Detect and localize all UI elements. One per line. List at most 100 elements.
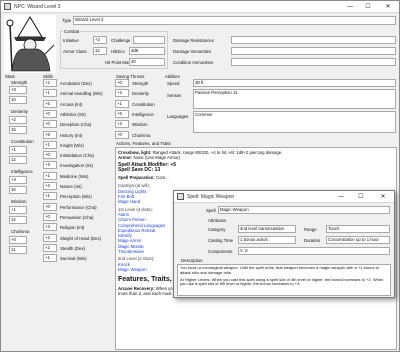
armor-entry: Armor: None (Use Mage Armor): [118, 155, 288, 160]
dialog-close-button[interactable]: ✕: [374, 192, 392, 202]
stat-dexterity-mod[interactable]: +2: [9, 116, 27, 124]
skill-mod[interactable]: +3: [43, 161, 57, 170]
close-button[interactable]: ✕: [379, 2, 397, 12]
stat-wisdom-value[interactable]: 12: [9, 216, 27, 224]
skill-name: Insight (Wis): [60, 142, 84, 148]
armor-text: None (Use Mage Armor): [133, 155, 181, 161]
skill-name: Medicine (Wis): [60, 173, 89, 179]
armor-title: Armor:: [118, 155, 133, 161]
title-bar: NPC: Wizard Level 3 — ☐ ✕: [1, 1, 399, 13]
description-label: Description: [181, 258, 203, 263]
app-icon: [4, 3, 11, 10]
duration-input[interactable]: Concentration up to 1 hour: [326, 236, 390, 244]
skill-name: Persuasion (Cha): [60, 214, 94, 220]
skill-mod[interactable]: +1: [43, 254, 57, 263]
spell-label: Spell: [206, 208, 216, 213]
skill-name: Survival (Wis): [60, 256, 87, 262]
save-mod[interactable]: +3: [115, 120, 129, 129]
description-paragraph-1: You touch a nonmagical weapon. Until the…: [180, 265, 379, 275]
skill-name: Stealth (Dex): [60, 245, 86, 251]
stat-charisma-mod[interactable]: +0: [9, 236, 27, 244]
skill-mod[interactable]: +5: [43, 130, 57, 139]
casting-time-label: Casting Time: [208, 238, 234, 243]
challenge-input[interactable]: [133, 36, 165, 44]
save-mod[interactable]: +2: [115, 89, 129, 98]
skill-mod[interactable]: +2: [43, 243, 57, 252]
save-mod[interactable]: +0: [115, 130, 129, 139]
initiative-input[interactable]: +2: [93, 36, 107, 44]
save-mod[interactable]: +0: [115, 79, 129, 87]
skill-name: Deception (Cha): [60, 122, 92, 128]
skill-mod[interactable]: +1: [43, 171, 57, 180]
stat-charisma-value[interactable]: 11: [9, 246, 27, 254]
stat-constitution-mod[interactable]: +1: [9, 146, 27, 154]
speed-label: Speed: [167, 81, 180, 86]
senses-label: Senses: [167, 93, 182, 98]
skill-mod[interactable]: +0: [43, 109, 57, 118]
wizard-portrait[interactable]: [4, 15, 56, 73]
stat-strength-value[interactable]: 10: [9, 96, 27, 104]
dialog-maximize-button[interactable]: ☐: [352, 192, 370, 202]
languages-input[interactable]: Common: [193, 111, 396, 133]
stat-dexterity-value[interactable]: 15: [9, 126, 27, 134]
category-input[interactable]: 2nd level transmutation: [238, 225, 296, 233]
skill-mod[interactable]: +1: [43, 192, 57, 201]
components-input[interactable]: V, S: [238, 247, 390, 255]
skill-mod[interactable]: +0: [43, 120, 57, 129]
damage-immunities-input[interactable]: [231, 47, 396, 55]
spell-preparation-title: Spell Preparation:: [118, 175, 155, 181]
hp-max-label: Hit Point Max: [105, 60, 131, 65]
spell-preparation-text: Com...: [155, 175, 169, 181]
crossbow-text: Ranged Attack, range 80/320, +4 to hit. …: [152, 150, 283, 155]
skill-mod[interactable]: +2: [43, 79, 57, 87]
stat-intelligence-mod[interactable]: +3: [9, 176, 27, 184]
attributes-label: Attributes: [208, 218, 227, 223]
skill-name: Perception (Wis): [60, 194, 92, 200]
senses-input[interactable]: Passive Perception 11: [193, 89, 396, 109]
description-paragraph-2: At Higher Levels: When you cast this spe…: [180, 276, 384, 287]
save-name: Strength: [132, 81, 149, 86]
spell-name-input[interactable]: Magic Weapon: [218, 206, 390, 214]
speed-input[interactable]: 30 ft: [193, 79, 396, 87]
arcane-recovery-title: Arcane Recovery:: [118, 285, 155, 291]
skill-mod[interactable]: +3: [43, 223, 57, 232]
window-title: NPC: Wizard Level 3: [14, 4, 61, 10]
dialog-minimize-button[interactable]: —: [332, 192, 350, 202]
armor-class-label: Armor Class: [63, 49, 87, 54]
range-input[interactable]: Touch: [326, 225, 390, 233]
skill-mod[interactable]: +0: [43, 212, 57, 221]
condition-immunities-label: Condition Immunities: [173, 60, 214, 65]
stat-strength-label: Strength: [11, 80, 28, 85]
wizard-portrait-image: [6, 16, 55, 72]
damage-resistances-input[interactable]: [231, 36, 396, 44]
armor-class-input[interactable]: 12: [93, 47, 107, 55]
skill-mod[interactable]: +0: [43, 202, 57, 211]
condition-immunities-input[interactable]: [231, 58, 396, 66]
type-input[interactable]: Wizard Level 3: [73, 16, 396, 25]
skill-mod[interactable]: +3: [43, 182, 57, 190]
description-text[interactable]: You touch a nonmagical weapon. Until the…: [177, 264, 391, 296]
stat-strength-mod[interactable]: +0: [9, 86, 27, 94]
hp-max-input[interactable]: 20: [129, 58, 165, 66]
skill-mod[interactable]: +1: [43, 140, 57, 149]
skill-mod[interactable]: +0: [43, 151, 57, 160]
hitdice-input[interactable]: 3d6: [129, 47, 165, 55]
minimize-button[interactable]: —: [341, 2, 359, 12]
stat-constitution-value[interactable]: 12: [9, 156, 27, 164]
components-label: Components: [208, 249, 233, 254]
stat-wisdom-mod[interactable]: +1: [9, 206, 27, 214]
stat-intelligence-value[interactable]: 16: [9, 186, 27, 194]
dialog-title: Spell: Magic Weapon: [187, 194, 235, 200]
hitdice-label: HitDice: [111, 49, 125, 54]
save-mod[interactable]: +5: [115, 109, 129, 118]
maximize-button[interactable]: ☐: [359, 2, 377, 12]
category-label: Category: [208, 227, 226, 232]
dialog-title-bar: Spell: Magic Weapon — ☐ ✕: [174, 191, 394, 203]
skill-mod[interactable]: +2: [43, 233, 57, 242]
npc-window: NPC: Wizard Level 3 — ☐ ✕ Type Wizard Le…: [0, 0, 400, 352]
skill-mod[interactable]: +5: [43, 99, 57, 108]
casting-time-input[interactable]: 1 bonus action: [238, 236, 296, 244]
save-mod[interactable]: +1: [115, 99, 129, 108]
skill-mod[interactable]: +1: [43, 89, 57, 98]
skill-name: Nature (Int): [60, 184, 82, 189]
